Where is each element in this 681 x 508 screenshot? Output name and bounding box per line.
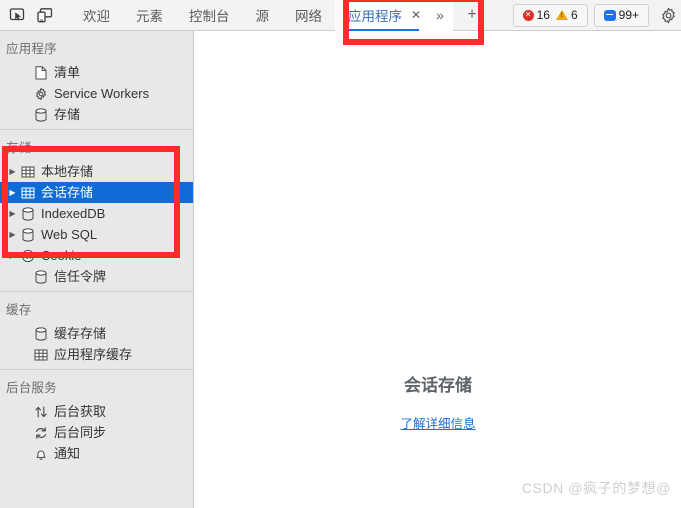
watermark: CSDN @疯子的梦想@: [521, 480, 671, 496]
gear-icon: [32, 86, 49, 102]
manifest-file-icon: [32, 65, 49, 81]
messages-badge-group[interactable]: 99+: [593, 3, 649, 27]
sidebar-item-cookies[interactable]: ▶ Cookie: [0, 245, 193, 266]
sidebar-item-cache-storage[interactable]: ▶ 缓存存储: [0, 323, 193, 344]
tab-console[interactable]: 控制台: [176, 0, 243, 31]
sidebar-item-storage-overview[interactable]: ▶ 存储: [0, 104, 193, 125]
database-icon: [32, 107, 49, 123]
bell-icon: [32, 446, 49, 462]
add-tab-button[interactable]: +: [461, 0, 483, 31]
sidebar-item-background-fetch[interactable]: ▶ 后台获取: [0, 401, 193, 422]
tab-label: 应用程序: [348, 9, 402, 24]
cookie-icon: [19, 248, 36, 264]
sidebar-item-local-storage[interactable]: ▶ 本地存储: [0, 161, 193, 182]
sidebar-item-label: IndexedDB: [41, 206, 106, 221]
tab-label: 网络: [295, 9, 322, 24]
error-icon: ✕: [522, 9, 534, 21]
devtools-tab-strip: 欢迎 元素 控制台 源 网络 应用程序 ✕ » +: [70, 0, 483, 31]
empty-state: 会话存储 了解详细信息: [195, 371, 681, 433]
tab-sources[interactable]: 源: [243, 0, 283, 31]
warning-icon: [555, 10, 568, 20]
tab-welcome[interactable]: 欢迎: [70, 0, 123, 31]
sync-refresh-icon: [32, 425, 49, 441]
sidebar-item-web-sql[interactable]: ▶ Web SQL: [0, 224, 193, 245]
tab-label: 欢迎: [83, 9, 110, 24]
expand-arrow-icon[interactable]: ▶: [6, 209, 19, 218]
sidebar-item-service-workers[interactable]: ▶ Service Workers: [0, 83, 193, 104]
sidebar-item-manifest[interactable]: ▶ 清单: [0, 62, 193, 83]
tab-label: 源: [255, 9, 270, 24]
sidebar-item-label: 应用程序缓存: [54, 347, 133, 362]
error-count: 16: [536, 8, 550, 22]
sidebar-item-label: 本地存储: [41, 164, 94, 179]
message-count: 99+: [618, 8, 639, 22]
tab-label: 元素: [136, 9, 163, 24]
sidebar-item-label: 通知: [54, 446, 81, 461]
expand-arrow-icon[interactable]: ▶: [6, 230, 19, 239]
page-title: 会话存储: [404, 376, 472, 395]
sidebar-item-label: 缓存存储: [54, 326, 107, 341]
more-tabs-button[interactable]: »: [427, 0, 454, 31]
chevron-double-right-icon: »: [436, 7, 444, 23]
sidebar-item-trust-tokens[interactable]: ▶ 信任令牌: [0, 266, 193, 287]
database-icon: [32, 326, 49, 342]
main-content-panel: 会话存储 了解详细信息 CSDN @疯子的梦想@: [195, 31, 681, 508]
sidebar-item-session-storage[interactable]: ▶ 会话存储: [0, 182, 193, 203]
arrows-up-down-icon: [32, 404, 49, 420]
learn-more-link[interactable]: 了解详细信息: [400, 417, 475, 431]
sidebar-item-label: 后台获取: [54, 404, 107, 419]
sidebar-item-label: 后台同步: [54, 425, 107, 440]
expand-arrow-icon[interactable]: ▶: [6, 167, 19, 176]
device-toolbar-button[interactable]: [31, 2, 58, 29]
sidebar-item-label: 存储: [54, 107, 81, 122]
table-grid-icon: [32, 347, 49, 363]
gear-icon: [661, 7, 675, 23]
settings-button[interactable]: [655, 2, 681, 28]
device-toolbar-icon: [36, 7, 52, 22]
sidebar-item-notifications[interactable]: ▶ 通知: [0, 443, 193, 464]
message-badge[interactable]: 99+: [603, 8, 639, 22]
tab-application[interactable]: 应用程序 ✕: [335, 0, 428, 31]
database-icon: [32, 269, 49, 285]
database-icon: [19, 227, 36, 243]
sidebar-item-label: 清单: [54, 65, 81, 80]
tab-network[interactable]: 网络: [282, 0, 335, 31]
error-badge[interactable]: ✕ 16: [522, 8, 550, 22]
message-icon: [603, 9, 616, 21]
tab-elements[interactable]: 元素: [123, 0, 176, 31]
expand-arrow-icon[interactable]: ▶: [6, 251, 19, 260]
section-title-storage: 存储: [6, 141, 32, 155]
warning-count: 6: [570, 8, 578, 22]
sidebar-item-label: Web SQL: [41, 227, 98, 242]
section-title-background-services: 后台服务: [6, 381, 57, 395]
devtools-toolbar: 欢迎 元素 控制台 源 网络 应用程序 ✕ » + ✕ 16 ! 6 99+: [0, 0, 681, 31]
sidebar-item-indexeddb[interactable]: ▶ IndexedDB: [0, 203, 193, 224]
section-title-cache: 缓存: [6, 303, 32, 317]
warning-badge[interactable]: 6: [555, 8, 578, 22]
inspect-element-icon: [9, 7, 25, 20]
tab-label: 控制台: [189, 9, 230, 24]
table-grid-icon: [19, 164, 36, 180]
sidebar-item-label: Service Workers: [54, 86, 150, 101]
database-icon: [19, 206, 36, 222]
sidebar-item-label: 会话存储: [41, 185, 94, 200]
sidebar-item-application-cache[interactable]: ▶ 应用程序缓存: [0, 344, 193, 365]
close-icon[interactable]: ✕: [411, 9, 421, 21]
table-grid-icon: [19, 185, 36, 201]
application-sidebar[interactable]: 应用程序 ▶ 清单 ▶ Service Workers ▶ 存储: [0, 31, 194, 508]
section-title-application: 应用程序: [6, 42, 57, 56]
sidebar-item-background-sync[interactable]: ▶ 后台同步: [0, 422, 193, 443]
issues-badge-group[interactable]: ✕ 16 6: [512, 3, 588, 27]
sidebar-item-label: Cookie: [41, 248, 82, 263]
inspect-element-button[interactable]: [4, 2, 31, 29]
expand-arrow-icon[interactable]: ▶: [6, 188, 19, 197]
toolbar-right-cluster: ✕ 16 6 99+: [512, 0, 681, 31]
sidebar-item-label: 信任令牌: [54, 269, 107, 284]
plus-icon: +: [467, 6, 477, 23]
